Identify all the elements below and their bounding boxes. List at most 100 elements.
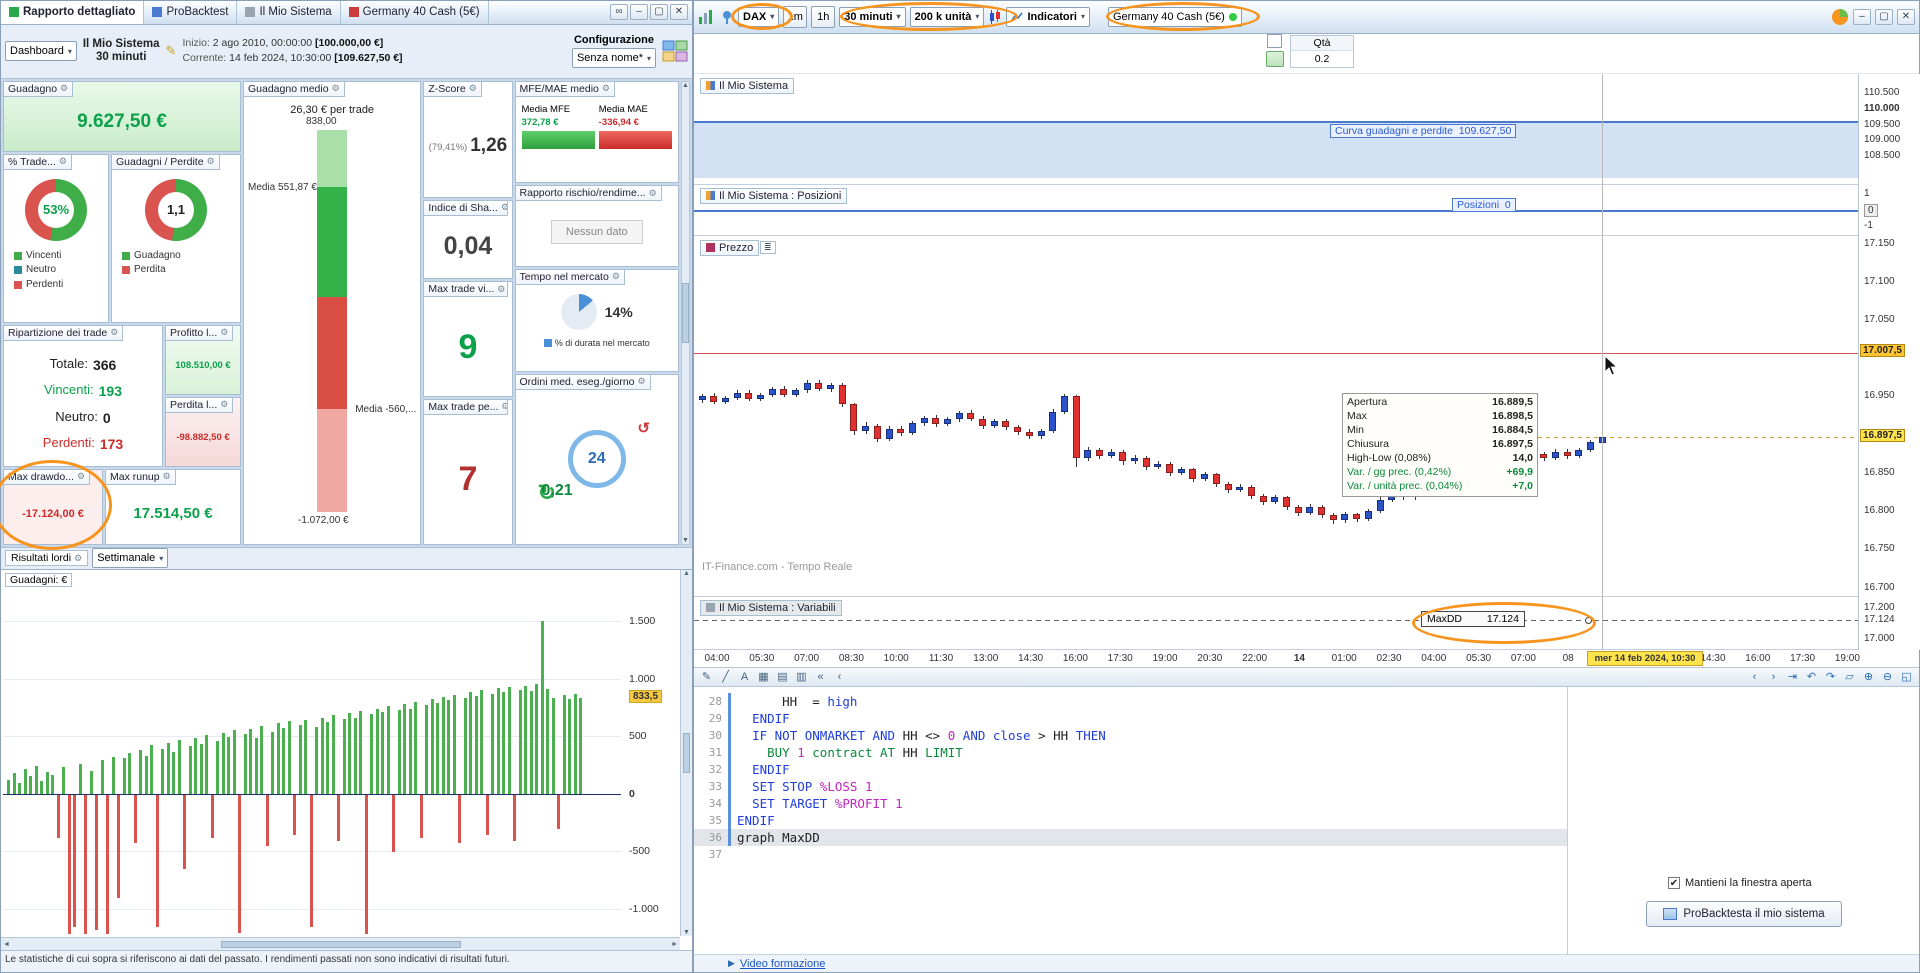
zoom-out-icon[interactable]: ⊖ — [1879, 669, 1896, 685]
time-label[interactable]: 17:30 — [1790, 653, 1815, 664]
time-label[interactable]: 05:30 — [1466, 653, 1491, 664]
time-label[interactable]: 02:30 — [1376, 653, 1401, 664]
tab-il-mio-sistema[interactable]: Il Mio Sistema — [237, 1, 341, 24]
tab-germany-40-cash-5-[interactable]: Germany 40 Cash (5€) — [341, 1, 489, 24]
code-editor[interactable]: 28 HH = high 29 ENDIF 30 IF NOT ONMARKET A… — [694, 687, 1567, 954]
code-line[interactable]: 29 ENDIF — [694, 709, 1567, 727]
timeframe-1m-button[interactable]: 1m — [783, 5, 808, 28]
edit-icon[interactable]: ✎ — [166, 43, 177, 59]
time-label[interactable]: 04:00 — [704, 653, 729, 664]
fullscreen-icon[interactable]: ◱ — [1898, 669, 1915, 685]
time-label[interactable]: 08:30 — [839, 653, 864, 664]
redo-icon[interactable]: ↷ — [1822, 669, 1839, 685]
line-tool-icon[interactable]: ╱ — [717, 669, 734, 685]
scroll-left-icon[interactable]: ‹ — [1746, 669, 1763, 685]
time-label[interactable]: 14:30 — [1700, 653, 1725, 664]
time-label[interactable]: 13:00 — [973, 653, 998, 664]
cards-scrollbar[interactable]: ▲ ▼ — [681, 80, 690, 545]
code-text[interactable]: SET TARGET %PROFIT 1 — [728, 794, 1567, 812]
code-text[interactable] — [728, 846, 1567, 863]
card-time-in-market-label[interactable]: Tempo nel mercato ⚙ — [514, 268, 625, 285]
scroll-down-icon[interactable]: ▼ — [682, 537, 689, 544]
maximize-button[interactable]: ▢ — [650, 4, 668, 21]
time-label[interactable]: 16:00 — [1063, 653, 1088, 664]
draw-tools-icon[interactable]: ✎ — [698, 669, 715, 685]
dashboard-layout-icon[interactable] — [662, 39, 688, 63]
code-line[interactable]: 31 BUY 1 contract AT HH LIMIT — [694, 743, 1567, 761]
link-icon[interactable]: ∞ — [610, 4, 628, 21]
card-gp-ratio-label[interactable]: Guadagni / Perdite ⚙ — [111, 153, 220, 170]
time-label[interactable]: 20:30 — [1197, 653, 1222, 664]
keep-window-open[interactable]: ✔ Mantieni la finestra aperta — [1668, 876, 1812, 889]
card-orders-per-day-label[interactable]: Ordini med. eseg./giorno ⚙ — [514, 373, 651, 390]
card-sharpe-label[interactable]: Indice di Sha...⚙ — [423, 199, 508, 216]
time-axis[interactable]: 04:00 05:30 07:00 08:30 10:00 11:30 13:00 14:30… — [694, 650, 1860, 668]
time-label[interactable]: 04:00 — [1421, 653, 1446, 664]
time-label[interactable]: 19:00 — [1835, 653, 1860, 664]
time-label[interactable]: 08 — [1563, 653, 1574, 664]
time-label[interactable]: 07:00 — [794, 653, 819, 664]
card-guadagno-medio-label[interactable]: Guadagno medio ⚙ — [243, 80, 345, 97]
chart-type-icon[interactable] — [698, 9, 716, 25]
card-guadagno-label[interactable]: Guadagno ⚙ — [3, 80, 74, 97]
candlestick-icon[interactable] — [988, 9, 1002, 25]
minimize-button[interactable]: – — [630, 4, 648, 21]
card-max-win-streak-label[interactable]: Max trade vi... ⚙ — [423, 281, 508, 298]
zoom-in-icon[interactable]: ⊕ — [1860, 669, 1877, 685]
time-label[interactable]: 14:30 — [1018, 653, 1043, 664]
time-label[interactable]: 16:00 — [1745, 653, 1770, 664]
prev-icon[interactable]: ‹ — [831, 669, 848, 685]
sheet-icon[interactable] — [1267, 33, 1282, 48]
card-profitto-label[interactable]: Profitto l... ⚙ — [165, 324, 234, 341]
instrument-select[interactable]: DAX ▾ — [738, 6, 780, 27]
time-label[interactable]: 05:30 — [749, 653, 774, 664]
panel-label-variabili[interactable]: Il Mio Sistema : Variabili — [700, 599, 842, 616]
card-perdita-label[interactable]: Perdita l... ⚙ — [165, 396, 234, 413]
configuration-select[interactable]: Senza nome* ▾ — [571, 48, 656, 69]
time-label[interactable]: 19:00 — [1152, 653, 1177, 664]
scroll-right-icon[interactable]: › — [1765, 669, 1782, 685]
time-label[interactable]: 10:00 — [884, 653, 909, 664]
price-chart-area[interactable]: Il Mio Sistema Il Mio Sistema : Posizion… — [694, 73, 1920, 668]
panel-label-prezzo[interactable]: Prezzo — [700, 239, 760, 256]
quantity-input[interactable]: 0.2 — [1291, 50, 1353, 67]
indicators-select[interactable]: Indicatori ▾ — [1006, 6, 1090, 27]
code-text[interactable]: graph MaxDD — [728, 828, 1567, 846]
code-line[interactable]: 28 HH = high — [694, 692, 1567, 710]
code-line[interactable]: 32 ENDIF — [694, 760, 1567, 778]
code-line[interactable]: 36 graph MaxDD — [694, 828, 1567, 846]
grid-icon[interactable]: ▦ — [755, 669, 772, 685]
pin-icon[interactable] — [720, 9, 734, 25]
card-mfe-mae-label[interactable]: MFE/MAE medio ⚙ — [514, 80, 615, 97]
code-line[interactable]: 37 — [694, 846, 1567, 863]
panels-icon[interactable]: ▥ — [793, 669, 810, 685]
code-text[interactable]: HH = high — [728, 692, 1567, 710]
units-select[interactable]: 200 k unità ▾ — [909, 6, 985, 27]
erase-icon[interactable]: ▱ — [1841, 669, 1858, 685]
table-icon[interactable]: ▤ — [774, 669, 791, 685]
chart-vertical-scrollbar[interactable]: ▲ ▼ — [680, 569, 692, 937]
code-line[interactable]: 34 SET TARGET %PROFIT 1 — [694, 794, 1567, 812]
panel-label-sistema[interactable]: Il Mio Sistema — [700, 77, 795, 94]
text-tool-icon[interactable]: A — [736, 669, 753, 685]
time-label[interactable]: 01:00 — [1332, 653, 1357, 664]
time-label[interactable]: 22:00 — [1242, 653, 1267, 664]
undo-icon[interactable]: ↶ — [1803, 669, 1820, 685]
timeframe-select[interactable]: 30 minuti ▾ — [839, 6, 906, 27]
close-button[interactable]: ✕ — [670, 4, 688, 21]
code-line[interactable]: 30 IF NOT ONMARKET AND HH <> 0 AND close… — [694, 726, 1567, 744]
time-label[interactable]: 17:30 — [1108, 653, 1133, 664]
collapse-left-icon[interactable]: « — [812, 669, 829, 685]
tab-probacktest[interactable]: ProBacktest — [144, 1, 238, 24]
calculator-icon[interactable] — [1266, 50, 1284, 67]
code-line[interactable]: 35 ENDIF — [694, 811, 1567, 829]
card-max-drawdown-label[interactable]: Max drawdo... ⚙ — [3, 468, 91, 485]
card-max-runup-label[interactable]: Max runup ⚙ — [105, 468, 176, 485]
card-max-loss-streak-label[interactable]: Max trade pe...⚙ — [423, 398, 508, 415]
code-line[interactable]: 33 SET STOP %LOSS 1 — [694, 777, 1567, 795]
card-ripartizione-label[interactable]: Ripartizione dei trade ⚙ — [3, 324, 124, 341]
code-text[interactable]: IF NOT ONMARKET AND HH <> 0 AND close > … — [728, 726, 1567, 744]
tab-rapporto-dettagliato[interactable]: Rapporto dettagliato — [1, 1, 145, 24]
card-risk-reward-label[interactable]: Rapporto rischio/rendime... ⚙ — [514, 185, 662, 202]
price-options-icon[interactable]: ≣ — [760, 240, 776, 254]
